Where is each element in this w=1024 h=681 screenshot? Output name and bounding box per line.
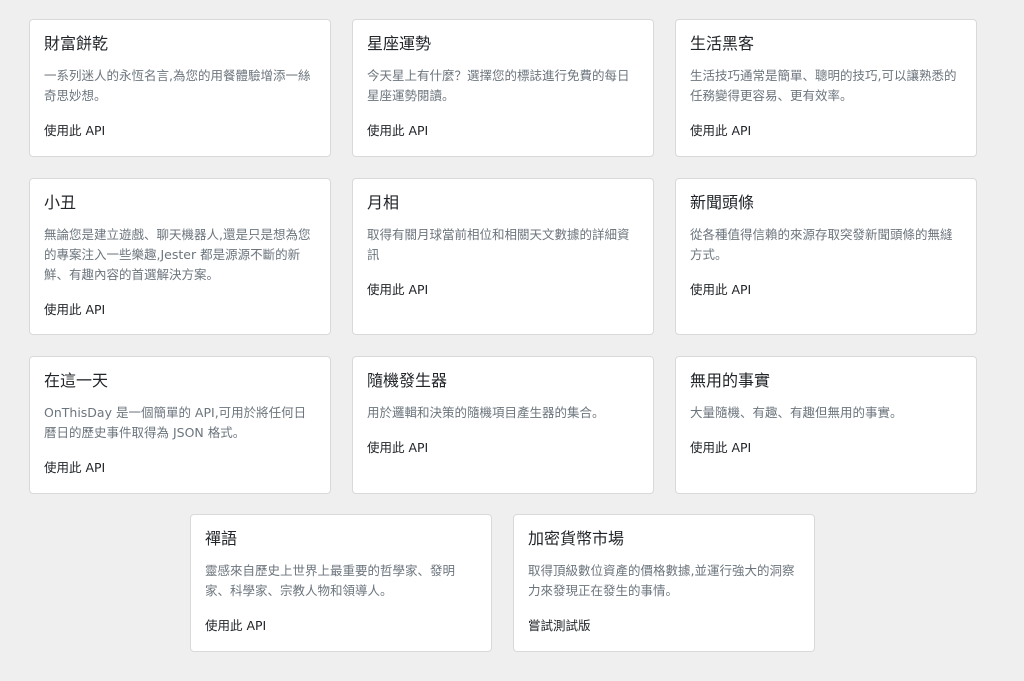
api-card-fortune-cookie: 財富餅乾 一系列迷人的永恆名言,為您的用餐體驗增添一絲奇思妙想。 使用此 API (29, 19, 331, 157)
card-description: 一系列迷人的永恆名言,為您的用餐體驗增添一絲奇思妙想。 (44, 68, 311, 103)
card-title: 生活黑客 (690, 34, 755, 53)
api-card-horoscope: 星座運勢 今天星上有什麼？選擇您的標誌進行免費的每日星座運勢閱讀。 使用此 AP… (352, 19, 654, 157)
card-description: 今天星上有什麼？選擇您的標誌進行免費的每日星座運勢閱讀。 (367, 68, 630, 103)
card-title: 禪語 (205, 529, 238, 548)
api-card-news-headlines: 新聞頭條 從各種值得信賴的來源存取突發新聞頭條的無縫方式。 使用此 API (675, 178, 977, 335)
api-card-grid: 財富餅乾 一系列迷人的永恆名言,為您的用餐體驗增添一絲奇思妙想。 使用此 API… (0, 0, 1024, 681)
use-api-link[interactable]: 使用此 API (44, 301, 105, 319)
use-api-link[interactable]: 使用此 API (690, 281, 751, 299)
card-description: 靈感來自歷史上世界上最重要的哲學家、發明家、科學家、宗教人物和領導人。 (205, 563, 456, 598)
api-card-crypto-market: 加密貨幣市場 取得頂級數位資產的價格數據,並運行強大的洞察力來發現正在發生的事情… (513, 514, 815, 652)
card-title: 星座運勢 (367, 34, 432, 53)
api-card-on-this-day: 在這一天 OnThisDay 是一個簡單的 API,可用於將任何日曆日的歷史事件… (29, 356, 331, 494)
use-api-link[interactable]: 使用此 API (44, 122, 105, 140)
card-title: 小丑 (44, 193, 77, 212)
card-title: 財富餅乾 (44, 34, 109, 53)
use-api-link[interactable]: 使用此 API (367, 281, 428, 299)
card-description: 用於邏輯和決策的隨機項目產生器的集合。 (367, 405, 605, 420)
use-api-link[interactable]: 使用此 API (690, 122, 751, 140)
card-description: 無論您是建立遊戲、聊天機器人,還是只是想為您的專案注入一些樂趣,Jester 都… (44, 227, 311, 282)
card-title: 加密貨幣市場 (528, 529, 625, 548)
api-card-zen-quotes: 禪語 靈感來自歷史上世界上最重要的哲學家、發明家、科學家、宗教人物和領導人。 使… (190, 514, 492, 652)
card-title: 在這一天 (44, 371, 109, 390)
card-description: 生活技巧通常是簡單、聰明的技巧,可以讓熟悉的任務變得更容易、更有效率。 (690, 68, 957, 103)
card-description: 大量隨機、有趣、有趣但無用的事實。 (690, 405, 903, 420)
card-title: 新聞頭條 (690, 193, 755, 212)
api-card-jester: 小丑 無論您是建立遊戲、聊天機器人,還是只是想為您的專案注入一些樂趣,Jeste… (29, 178, 331, 335)
api-card-useless-facts: 無用的事實 大量隨機、有趣、有趣但無用的事實。 使用此 API (675, 356, 977, 494)
card-title: 月相 (367, 193, 400, 212)
try-beta-link[interactable]: 嘗試測試版 (528, 617, 591, 635)
api-card-randomizer: 隨機發生器 用於邏輯和決策的隨機項目產生器的集合。 使用此 API (352, 356, 654, 494)
use-api-link[interactable]: 使用此 API (205, 617, 266, 635)
card-description: OnThisDay 是一個簡單的 API,可用於將任何日曆日的歷史事件取得為 J… (44, 405, 307, 440)
use-api-link[interactable]: 使用此 API (367, 439, 428, 457)
api-card-life-hacks: 生活黑客 生活技巧通常是簡單、聰明的技巧,可以讓熟悉的任務變得更容易、更有效率。… (675, 19, 977, 157)
card-title: 隨機發生器 (367, 371, 448, 390)
card-description: 取得有關月球當前相位和相關天文數據的詳細資訊 (367, 227, 630, 262)
card-description: 取得頂級數位資產的價格數據,並運行強大的洞察力來發現正在發生的事情。 (528, 563, 795, 598)
use-api-link[interactable]: 使用此 API (690, 439, 751, 457)
card-title: 無用的事實 (690, 371, 771, 390)
use-api-link[interactable]: 使用此 API (44, 459, 105, 477)
card-description: 從各種值得信賴的來源存取突發新聞頭條的無縫方式。 (690, 227, 953, 262)
api-card-moon-phase: 月相 取得有關月球當前相位和相關天文數據的詳細資訊 使用此 API (352, 178, 654, 335)
use-api-link[interactable]: 使用此 API (367, 122, 428, 140)
